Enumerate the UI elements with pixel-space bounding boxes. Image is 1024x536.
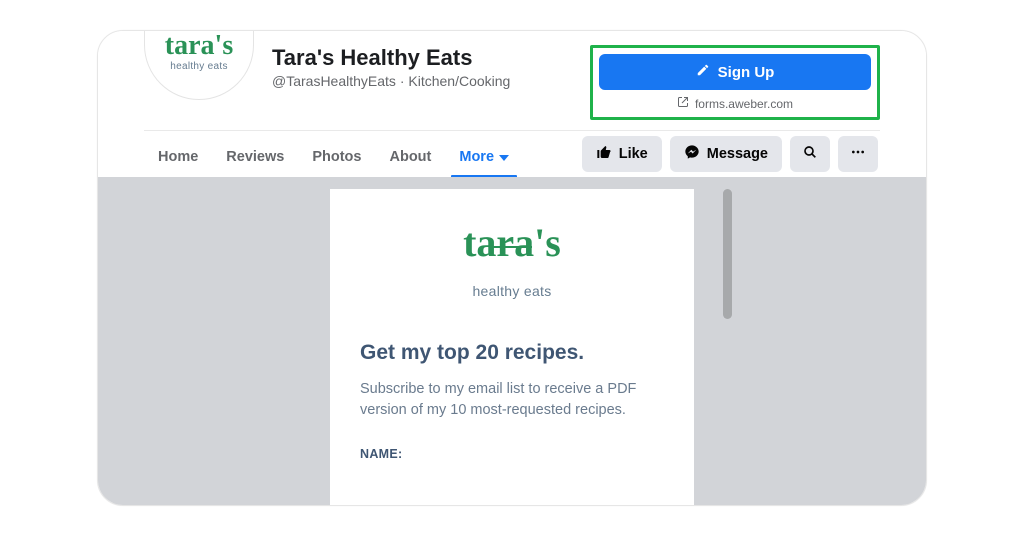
tab-reviews-label: Reviews: [226, 149, 284, 165]
form-brand-sub: healthy eats: [472, 283, 551, 299]
tabbar: Home Reviews Photos About More Like: [144, 135, 880, 177]
header-top-row: tara's healthy eats Tara's Healthy Eats …: [144, 31, 880, 120]
page-subtitle: @TarasHealthyEats · Kitchen/Cooking: [272, 73, 572, 89]
tab-about[interactable]: About: [375, 135, 445, 177]
like-button-label: Like: [619, 146, 648, 162]
tab-more[interactable]: More: [445, 135, 523, 177]
tab-more-label: More: [459, 149, 494, 165]
action-buttons: Like Message: [582, 136, 880, 176]
app-frame: tara's healthy eats Tara's Healthy Eats …: [97, 30, 927, 506]
signup-form-card: tara's healthy eats Get my top 20 recipe…: [330, 189, 694, 505]
signup-button-label: Sign Up: [718, 64, 775, 81]
ellipsis-icon: [850, 144, 866, 164]
tab-home-label: Home: [158, 149, 198, 165]
more-options-button[interactable]: [838, 136, 878, 172]
form-logo: tara's healthy eats: [360, 225, 664, 299]
title-block: Tara's Healthy Eats @TarasHealthyEats · …: [272, 31, 572, 89]
tab-photos-label: Photos: [312, 149, 361, 165]
message-button-label: Message: [707, 146, 768, 162]
like-button[interactable]: Like: [582, 136, 662, 172]
avatar-brand-sub: healthy eats: [165, 62, 233, 72]
form-name-label: NAME:: [360, 447, 664, 461]
form-headline: Get my top 20 recipes.: [360, 341, 664, 365]
page-category[interactable]: Kitchen/Cooking: [408, 73, 510, 89]
avatar-logo: tara's healthy eats: [165, 30, 233, 72]
page-title: Tara's Healthy Eats: [272, 45, 572, 71]
scrollbar[interactable]: [723, 189, 732, 469]
messenger-icon: [684, 144, 700, 164]
thumbs-up-icon: [596, 144, 612, 164]
page-handle[interactable]: @TarasHealthyEats: [272, 73, 396, 89]
form-brand-script: tara's: [360, 225, 664, 261]
content-area: tara's healthy eats Get my top 20 recipe…: [98, 177, 926, 505]
tab-photos[interactable]: Photos: [298, 135, 375, 177]
pencil-icon: [696, 63, 710, 81]
external-link-domain: forms.aweber.com: [695, 97, 793, 111]
tab-home[interactable]: Home: [144, 135, 212, 177]
page-header: tara's healthy eats Tara's Healthy Eats …: [98, 31, 926, 177]
tabs: Home Reviews Photos About More: [144, 135, 523, 177]
scrollbar-thumb[interactable]: [723, 189, 732, 319]
search-icon: [802, 144, 818, 164]
tab-about-label: About: [389, 149, 431, 165]
external-link[interactable]: forms.aweber.com: [599, 96, 871, 113]
brand-underline: [492, 246, 532, 248]
chevron-down-icon: [499, 155, 509, 161]
search-button[interactable]: [790, 136, 830, 172]
tab-reviews[interactable]: Reviews: [212, 135, 298, 177]
message-button[interactable]: Message: [670, 136, 782, 172]
avatar-brand-script: tara's: [165, 32, 233, 60]
signup-button[interactable]: Sign Up: [599, 54, 871, 90]
cta-highlight-box: Sign Up forms.aweber.com: [590, 45, 880, 120]
avatar[interactable]: tara's healthy eats: [144, 30, 254, 100]
external-link-icon: [677, 96, 689, 111]
header-divider: [144, 130, 880, 131]
form-subtext: Subscribe to my email list to receive a …: [360, 379, 664, 421]
